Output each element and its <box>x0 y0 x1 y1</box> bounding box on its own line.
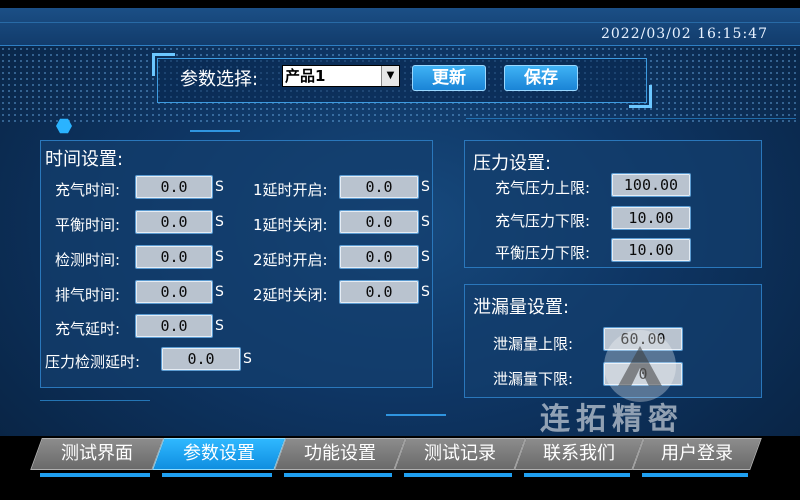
decor-line <box>190 130 240 132</box>
unit-label: S <box>243 351 252 367</box>
balance-time-input[interactable]: 0.0 <box>135 210 213 234</box>
tab-label: 测试界面 <box>61 443 133 464</box>
tab-label: 联系我们 <box>543 443 615 464</box>
time-settings-panel: 时间设置: 充气时间: 0.0 S 平衡时间: 0.0 S 检测时间: 0.0 … <box>40 140 433 388</box>
field-label: 充气压力上限: <box>495 179 591 197</box>
decor-line <box>466 118 796 119</box>
update-button[interactable]: 更新 <box>412 65 486 91</box>
decor-line <box>40 400 150 401</box>
field-label: 2延时关闭: <box>253 286 328 304</box>
pressure-settings-panel: 压力设置: 充气压力上限: 100.00 充气压力下限: 10.00 平衡压力下… <box>464 140 762 268</box>
tab-underline <box>642 473 748 477</box>
field-label: 1延时开启: <box>253 181 328 199</box>
unit-label: S <box>215 318 224 334</box>
chevron-down-icon[interactable]: ▼ <box>381 66 399 86</box>
header-divider <box>0 22 800 23</box>
field-label: 充气延时: <box>55 320 121 338</box>
balance-pressure-lower-input[interactable]: 10.00 <box>611 238 691 262</box>
field-label: 平衡压力下限: <box>495 244 591 262</box>
exhaust-time-input[interactable]: 0.0 <box>135 280 213 304</box>
unit-label: S <box>215 249 224 265</box>
tab-underline <box>524 473 630 477</box>
charge-delay-input[interactable]: 0.0 <box>135 314 213 338</box>
panel-title: 时间设置: <box>45 149 124 170</box>
tab-label: 用户登录 <box>661 443 733 464</box>
parameter-select-label: 参数选择: <box>180 69 259 90</box>
tab-label: 测试记录 <box>424 443 496 464</box>
watermark-text: 连拓精密 <box>540 402 684 437</box>
product-select[interactable]: 产品1 ▼ <box>282 65 400 87</box>
field-label: 平衡时间: <box>55 216 121 234</box>
unit-label: S <box>215 214 224 230</box>
unit-label: S <box>421 249 430 265</box>
panel-title: 压力设置: <box>473 153 552 174</box>
tab-label: 功能设置 <box>304 443 376 464</box>
field-label: 充气时间: <box>55 181 121 199</box>
charge-pressure-upper-input[interactable]: 100.00 <box>611 173 691 197</box>
unit-label: S <box>215 179 224 195</box>
field-label: 泄漏量下限: <box>493 370 574 388</box>
watermark-logo-icon <box>604 330 676 402</box>
field-label: 排气时间: <box>55 286 121 304</box>
field-label: 1延时关闭: <box>253 216 328 234</box>
decor-line <box>386 414 446 416</box>
unit-label: S <box>421 284 430 300</box>
charge-pressure-lower-input[interactable]: 10.00 <box>611 206 691 230</box>
delay1-off-input[interactable]: 0.0 <box>339 210 419 234</box>
charge-time-input[interactable]: 0.0 <box>135 175 213 199</box>
hmi-screen: 2022/03/02 16:15:47 参数选择: 产品1 ▼ 更新 保存 时间… <box>0 0 800 500</box>
field-label: 泄漏量上限: <box>493 335 574 353</box>
tab-underline <box>162 473 272 477</box>
tab-label: 参数设置 <box>183 443 255 464</box>
test-time-input[interactable]: 0.0 <box>135 245 213 269</box>
field-label: 充气压力下限: <box>495 212 591 230</box>
field-label: 2延时开启: <box>253 251 328 269</box>
unit-label: S <box>215 284 224 300</box>
unit-label: S <box>421 214 430 230</box>
product-select-value: 产品1 <box>285 67 326 85</box>
unit-label: S <box>421 179 430 195</box>
field-label: 检测时间: <box>55 251 121 269</box>
delay2-off-input[interactable]: 0.0 <box>339 280 419 304</box>
datetime-display: 2022/03/02 16:15:47 <box>600 26 768 42</box>
tab-contact-us[interactable]: 联系我们 <box>514 438 644 470</box>
tab-underline <box>284 473 392 477</box>
field-label: 压力检测延时: <box>45 353 141 371</box>
panel-title: 泄漏量设置: <box>473 297 570 318</box>
top-black-band <box>0 0 800 8</box>
delay1-on-input[interactable]: 0.0 <box>339 175 419 199</box>
save-button[interactable]: 保存 <box>504 65 578 91</box>
parameter-selector-bar: 参数选择: 产品1 ▼ 更新 保存 <box>152 53 652 108</box>
tab-function-settings[interactable]: 功能设置 <box>274 438 406 470</box>
delay2-on-input[interactable]: 0.0 <box>339 245 419 269</box>
tab-parameter-settings[interactable]: 参数设置 <box>152 438 286 470</box>
tab-test-records[interactable]: 测试记录 <box>394 438 526 470</box>
tab-test-screen[interactable]: 测试界面 <box>30 438 164 470</box>
tab-user-login[interactable]: 用户登录 <box>632 438 762 470</box>
tab-underline <box>404 473 512 477</box>
tab-underline <box>40 473 150 477</box>
pressure-detect-delay-input[interactable]: 0.0 <box>161 347 241 371</box>
